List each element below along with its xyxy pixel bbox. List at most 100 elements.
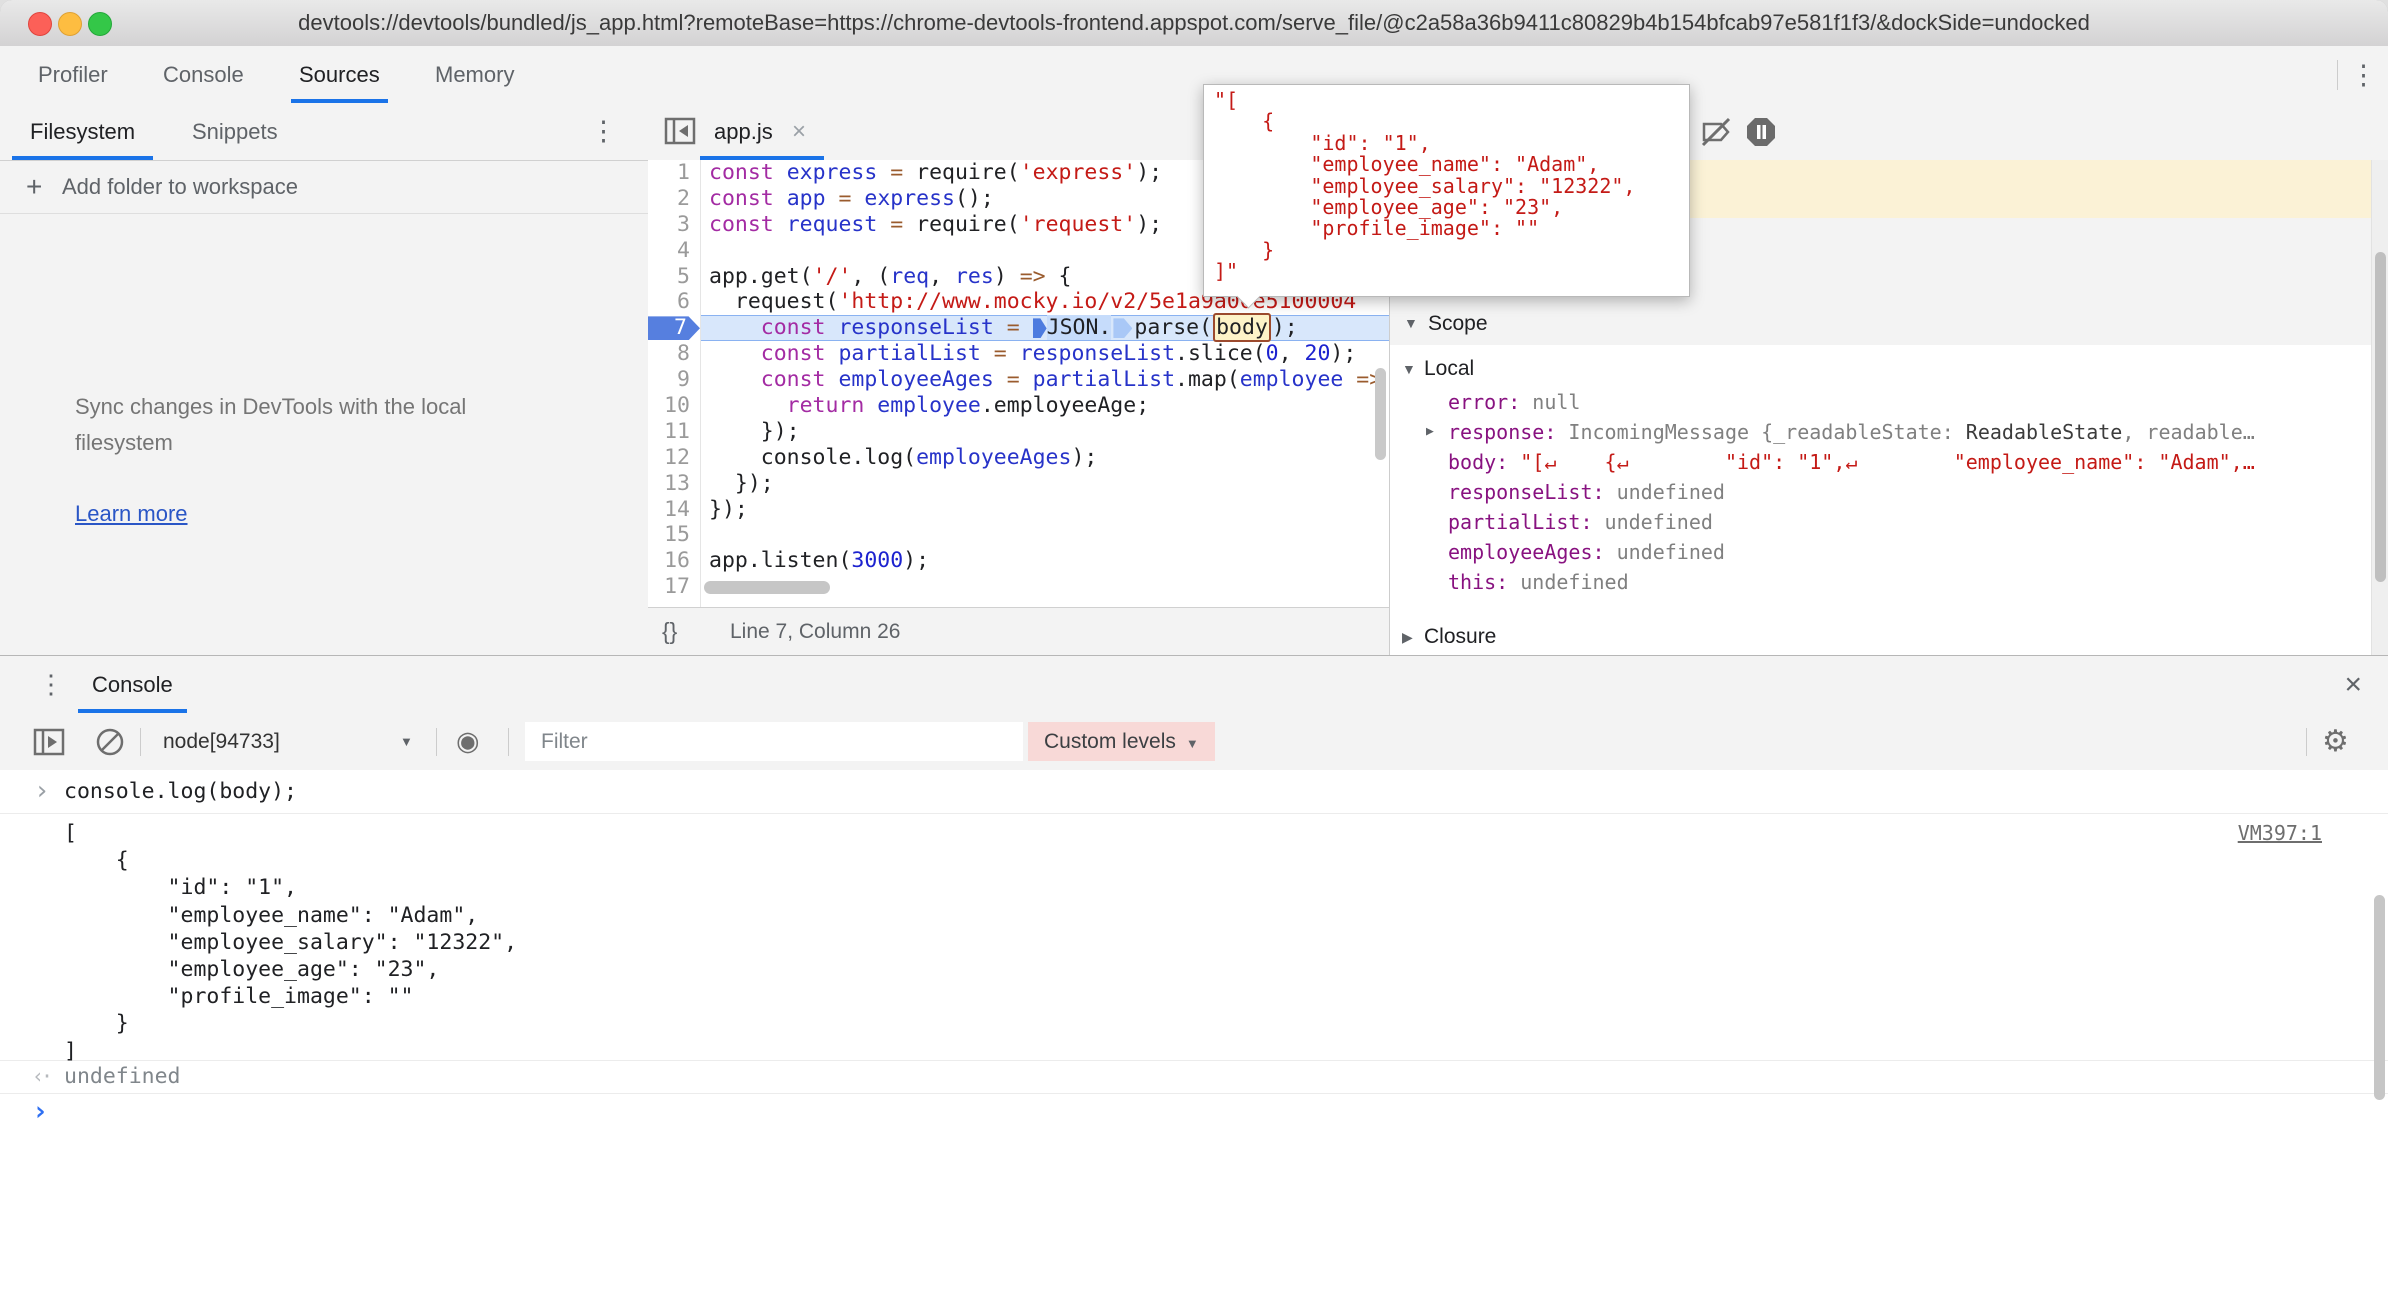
navigator-tab-bar: Filesystem Snippets ⋮ — [0, 103, 648, 161]
return-value-icon: ‹· — [32, 1060, 50, 1093]
paused-token: JSON. — [1047, 315, 1112, 340]
scope-entry-responseList[interactable]: responseList: undefined — [1390, 477, 2372, 507]
console-messages[interactable]: › console.log(body); [ { "id": "1", "emp… — [0, 770, 2388, 1304]
main-tab-console[interactable]: Console — [163, 46, 244, 103]
expand-triangle-icon[interactable]: ▶ — [1426, 417, 1434, 447]
step-marker-icon — [1113, 318, 1132, 338]
variable-value-tooltip: "[ { "id": "1", "employee_name": "Adam",… — [1203, 84, 1690, 297]
scope-entry-text: employeeAges: undefined — [1448, 537, 2368, 567]
line-number[interactable]: 4 — [648, 238, 700, 264]
line-number[interactable]: 16 — [648, 548, 700, 574]
close-tab-icon[interactable]: × — [792, 103, 806, 160]
scope-entry-error[interactable]: error: null — [1390, 387, 2372, 417]
scope-entry-text: body: "[↵ {↵ "id": "1",↵ "employee_name"… — [1448, 447, 2368, 477]
main-tab-profiler[interactable]: Profiler — [38, 46, 108, 103]
line-number[interactable]: 13 — [648, 471, 700, 497]
main-tab-bar: Profiler Console Sources Memory ⋮ — [0, 46, 2388, 104]
editor-tab-appjs[interactable]: app.js × — [700, 103, 870, 160]
caret-down-icon: ▼ — [1186, 736, 1199, 751]
scope-label: Scope — [1428, 302, 1488, 345]
tab-console[interactable]: Console — [92, 656, 173, 713]
main-tab-sources[interactable]: Sources — [299, 46, 380, 103]
line-number[interactable]: 3 — [648, 212, 700, 238]
scope-closure-row[interactable]: ▶ Closure — [1390, 621, 2372, 653]
scope-entry-this[interactable]: this: undefined — [1390, 567, 2372, 597]
code-line-8: const partialList = responseList.slice(0… — [701, 341, 1389, 367]
scope-entry-text: partialList: undefined — [1448, 507, 2368, 537]
console-tab-label: Console — [92, 672, 173, 697]
source-link[interactable]: VM397:1 — [2238, 820, 2322, 847]
collapse-triangle-icon: ▼ — [1402, 353, 1416, 385]
live-expression-icon[interactable]: ◉ — [456, 713, 480, 770]
line-number[interactable]: 17 — [648, 574, 700, 600]
line-number[interactable]: 11 — [648, 419, 700, 445]
custom-levels-dropdown[interactable]: Custom levels ▼ — [1028, 722, 1215, 761]
scope-entry-text: this: undefined — [1448, 567, 2368, 597]
navigator-tab-snippets[interactable]: Snippets — [192, 103, 278, 160]
line-number-gutter[interactable]: 1234567891011121314151617 — [648, 160, 701, 608]
console-result-row: ‹· undefined — [0, 1060, 2388, 1094]
step-marker-icon — [1033, 318, 1047, 338]
line-number[interactable]: 6 — [648, 289, 700, 315]
more-options-icon[interactable]: ⋮ — [2350, 62, 2377, 89]
editor-scrollbar[interactable] — [1375, 368, 1386, 460]
editor-status-bar: {} Line 7, Column 26 — [648, 607, 1389, 655]
line-number[interactable]: 14 — [648, 497, 700, 523]
scope-section-header[interactable]: ▼ Scope — [1390, 302, 2388, 346]
cursor-position: Line 7, Column 26 — [730, 608, 900, 655]
scope-body: ▼ Local error: null▶ response: IncomingMe… — [1390, 345, 2372, 655]
line-number[interactable]: 5 — [648, 264, 700, 290]
add-folder-label: Add folder to workspace — [62, 160, 298, 213]
toolbar-divider — [140, 728, 141, 756]
console-settings-gear-icon[interactable]: ⚙ — [2322, 713, 2349, 770]
code-line-7: const responseList = JSON.parse(body); — [701, 315, 1389, 341]
hovered-variable-token: body — [1213, 313, 1271, 342]
console-scrollbar-thumb[interactable] — [2374, 895, 2385, 1100]
context-caret-icon[interactable]: ▼ — [400, 713, 413, 770]
line-number[interactable]: 8 — [648, 341, 700, 367]
console-filter-input[interactable] — [525, 722, 1023, 761]
scope-entry-response[interactable]: ▶ response: IncomingMessage {_readableSta… — [1390, 417, 2372, 447]
show-console-sidebar-icon[interactable] — [33, 727, 65, 757]
execution-context-selector[interactable]: node[94733] — [163, 713, 280, 770]
scope-entry-employeeAges[interactable]: employeeAges: undefined — [1390, 537, 2372, 567]
scope-entry-partialList[interactable]: partialList: undefined — [1390, 507, 2372, 537]
line-number[interactable]: 10 — [648, 393, 700, 419]
main-tab-memory[interactable]: Memory — [435, 46, 514, 103]
tooltip-value: "[ { "id": "1", "employee_name": "Adam",… — [1204, 85, 1689, 288]
horizontal-scrollbar[interactable] — [704, 581, 830, 594]
line-number[interactable]: 2 — [648, 186, 700, 212]
console-output: [ { "id": "1", "employee_name": "Adam", … — [64, 820, 517, 1065]
navigator-more-icon[interactable]: ⋮ — [590, 118, 617, 145]
drawer-menu-icon[interactable]: ⋮ — [38, 656, 64, 713]
code-line-10: return employee.employeeAge; — [701, 393, 1389, 419]
navigator-tab-filesystem[interactable]: Filesystem — [30, 103, 135, 160]
line-number[interactable]: 9 — [648, 367, 700, 393]
scope-entry-text: responseList: undefined — [1448, 477, 2368, 507]
line-number[interactable]: 1 — [648, 160, 700, 186]
learn-more-link[interactable]: Learn more — [75, 501, 188, 527]
line-number[interactable]: 15 — [648, 522, 700, 548]
deactivate-breakpoints-icon[interactable] — [1698, 114, 1734, 150]
sidebar-scrollbar-thumb[interactable] — [2375, 252, 2386, 582]
line-number[interactable]: 12 — [648, 445, 700, 471]
custom-levels-label: Custom levels — [1044, 730, 1176, 753]
pretty-print-icon[interactable]: {} — [662, 608, 677, 655]
code-line-16: app.listen(3000); — [701, 548, 1389, 574]
close-drawer-icon[interactable]: × — [2344, 656, 2362, 713]
scope-entry-body[interactable]: body: "[↵ {↵ "id": "1",↵ "employee_name"… — [1390, 447, 2372, 477]
toolbar-divider — [2306, 728, 2307, 756]
add-folder-button[interactable]: + Add folder to workspace — [0, 160, 648, 214]
scope-entry-text: response: IncomingMessage {_readableStat… — [1448, 417, 2368, 447]
devtools-window: devtools://devtools/bundled/js_app.html?… — [0, 0, 2388, 1304]
execution-line-number[interactable]: 7 — [648, 315, 700, 341]
scope-local-row[interactable]: ▼ Local — [1390, 353, 2372, 385]
hide-navigator-icon[interactable] — [664, 116, 696, 146]
sidebar-scrollbar-track[interactable] — [2371, 160, 2388, 655]
console-drawer: ⋮ Console × node[94733] — [0, 655, 2388, 1304]
console-prompt-row[interactable]: › — [0, 1093, 2388, 1131]
pause-on-exceptions-icon[interactable] — [1744, 115, 1778, 149]
toolbar-divider — [2337, 60, 2338, 90]
clear-console-icon[interactable] — [94, 726, 126, 758]
console-command: console.log(body); — [64, 770, 297, 813]
